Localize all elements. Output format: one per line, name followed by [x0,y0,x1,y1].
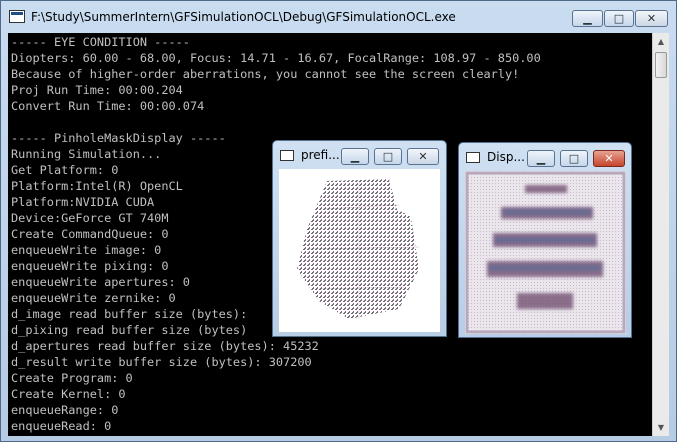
scrollbar-thumb[interactable] [655,52,667,78]
console-line: enqueueRead: 0 [11,419,112,433]
display-minimize-button[interactable]: ▁ [527,150,555,167]
prefilter-close-button[interactable]: ✕ [407,148,439,165]
close-icon: ✕ [604,152,614,165]
window-title: F:\Study\SummerIntern\GFSimulationOCL\De… [31,10,456,24]
scroll-down-icon[interactable]: ▼ [653,419,669,436]
maximize-icon: □ [613,12,625,25]
console-line: d_apertures read buffer size (bytes): 45… [11,339,319,353]
display-window-icon [466,152,480,163]
console-line: Convert Run Time: 00:00.074 [11,99,205,113]
close-button[interactable]: ✕ [635,10,668,27]
display-window: Disp... ▁ □ ✕ [458,142,632,338]
minimize-icon: ▁ [583,12,592,25]
vertical-scrollbar[interactable]: ▲ ▼ [652,33,669,436]
console-titlebar[interactable]: F:\Study\SummerIntern\GFSimulationOCL\De… [1,1,676,33]
prefilter-window-title: prefi... [301,148,340,162]
prefilter-window-icon [280,150,294,161]
console-line: Proj Run Time: 00:00.204 [11,83,183,97]
close-icon: ✕ [646,12,657,25]
close-icon: ✕ [418,150,428,163]
minimize-icon: ▁ [350,150,360,163]
console-app-icon [9,10,25,23]
display-image [465,171,626,334]
console-line: Create Program: 0 [11,371,133,385]
console-line: Create Kernel: 0 [11,387,126,401]
display-blur-image [465,171,626,334]
console-line: Because of higher-order aberrations, you… [11,67,520,81]
prefilter-image [279,169,440,332]
console-line: ----- EYE CONDITION ----- [11,35,190,49]
maximize-button[interactable]: □ [604,10,634,27]
prefilter-window: prefi... ▁ □ ✕ [272,140,447,337]
console-line: Diopters: 60.00 - 68.00, Focus: 14.71 - … [11,51,541,65]
prefilter-pattern-image [297,179,420,319]
console-line: enqueueRange: 0 [11,403,119,417]
prefilter-maximize-button[interactable]: □ [374,148,402,165]
scroll-up-icon[interactable]: ▲ [653,33,669,50]
minimize-icon: ▁ [536,152,546,165]
console-line: d_result write buffer size (bytes): 3072… [11,355,312,369]
display-close-button[interactable]: ✕ [593,150,625,167]
display-maximize-button[interactable]: □ [560,150,588,167]
display-window-title: Disp... [487,150,525,164]
minimize-button[interactable]: ▁ [572,10,603,27]
maximize-icon: □ [568,152,580,165]
maximize-icon: □ [382,150,394,163]
prefilter-minimize-button[interactable]: ▁ [341,148,369,165]
